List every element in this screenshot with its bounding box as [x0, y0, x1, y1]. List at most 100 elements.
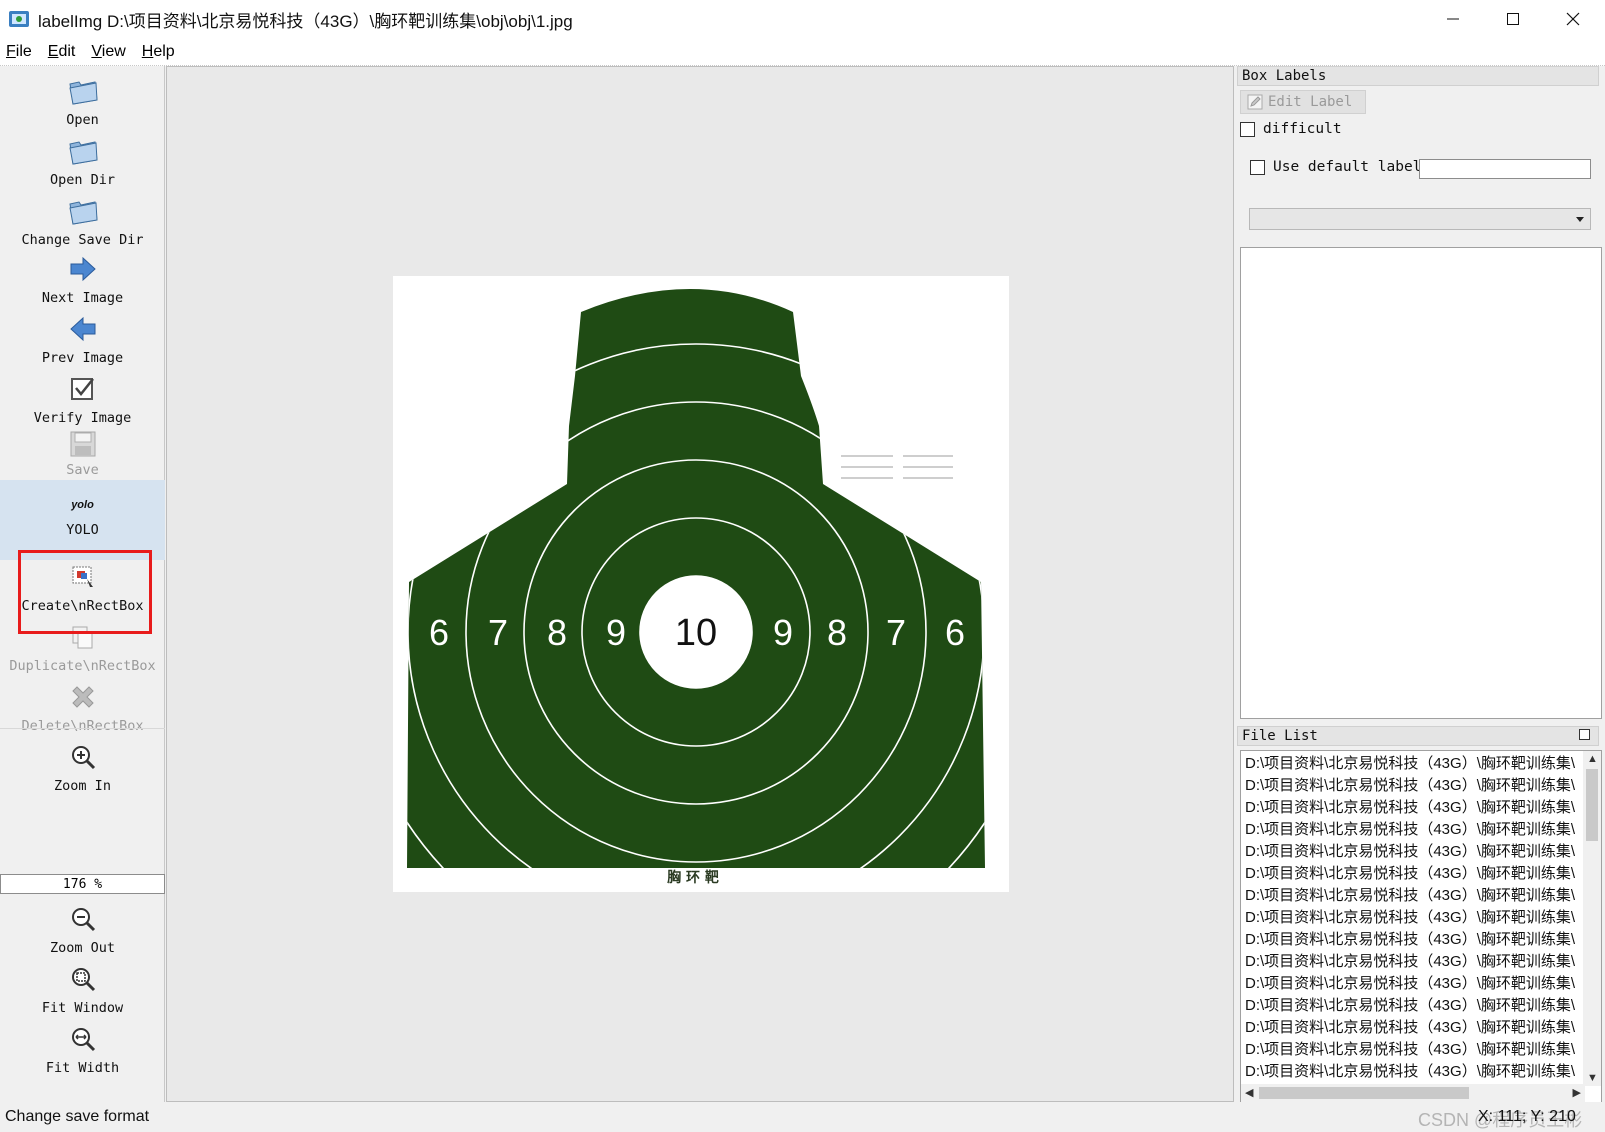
file-list-item[interactable]: D:\项目资料\北京易悦科技（43G）\胸环靶训练集\ — [1241, 795, 1581, 817]
labelimg-window: labelImg D:\项目资料\北京易悦科技（43G）\胸环靶训练集\obj\… — [0, 0, 1605, 1131]
verify-image-label: Verify Image — [33, 410, 132, 426]
scrollbar-thumb[interactable] — [1586, 769, 1598, 841]
ring-label: 8 — [547, 612, 567, 653]
default-label-input[interactable] — [1419, 159, 1591, 179]
open-button[interactable]: Open — [0, 74, 165, 128]
zoom-in-icon — [71, 746, 95, 770]
ring-label-center: 10 — [675, 612, 717, 654]
menu-help[interactable]: Help — [142, 43, 175, 61]
toolbar-separator — [0, 728, 165, 729]
delete-rectbox-button[interactable]: Delete\nRectBox — [0, 680, 165, 734]
file-list-item[interactable]: D:\项目资料\北京易悦科技（43G）\胸环靶训练集\ — [1241, 949, 1581, 971]
scroll-right-icon[interactable]: ▶ — [1573, 1086, 1581, 1099]
maximize-icon — [1507, 13, 1519, 25]
ring-label: 6 — [945, 612, 965, 653]
file-list-item[interactable]: D:\项目资料\北京易悦科技（43G）\胸环靶训练集\ — [1241, 927, 1581, 949]
file-list-rows: D:\项目资料\北京易悦科技（43G）\胸环靶训练集\ D:\项目资料\北京易悦科… — [1241, 751, 1601, 1081]
difficult-checkbox-row[interactable]: difficult — [1240, 121, 1342, 137]
create-rectbox-button[interactable]: Create\nRectBox — [0, 560, 165, 614]
close-button[interactable] — [1544, 0, 1602, 38]
fit-width-button[interactable]: Fit Width — [0, 1022, 165, 1076]
edit-label-button[interactable]: Edit Label — [1240, 90, 1366, 114]
file-list-title: File List — [1237, 726, 1599, 746]
cursor-coordinates: X: 111; Y: 210 — [1478, 1108, 1576, 1125]
window-title: labelImg D:\项目资料\北京易悦科技（43G）\胸环靶训练集\obj\… — [38, 11, 573, 31]
change-save-dir-label: Change Save Dir — [21, 232, 144, 248]
chevron-down-icon — [1576, 217, 1584, 222]
file-list[interactable]: D:\项目资料\北京易悦科技（43G）\胸环靶训练集\ D:\项目资料\北京易悦科… — [1240, 750, 1602, 1103]
label-combobox[interactable] — [1249, 208, 1591, 230]
maximize-button[interactable] — [1484, 0, 1542, 38]
file-list-item[interactable]: D:\项目资料\北京易悦科技（43G）\胸环靶训练集\ — [1241, 883, 1581, 905]
file-list-item[interactable]: D:\项目资料\北京易悦科技（43G）\胸环靶训练集\ — [1241, 817, 1581, 839]
save-format-yolo-button[interactable]: yolo YOLO — [0, 480, 165, 560]
prev-image-button[interactable]: Prev Image — [0, 312, 165, 366]
ring-label: 8 — [827, 612, 847, 653]
difficult-label: difficult — [1263, 121, 1342, 137]
zoom-value-field[interactable]: 176 % — [0, 874, 165, 894]
minimize-button[interactable] — [1424, 0, 1482, 38]
file-list-item[interactable]: D:\项目资料\北京易悦科技（43G）\胸环靶训练集\ — [1241, 1059, 1581, 1081]
target-image: 6 7 8 9 9 8 7 6 10 胸 环 靶 — [393, 276, 1009, 892]
menu-view[interactable]: View — [91, 43, 125, 61]
file-list-horizontal-scrollbar[interactable]: ◀ ▶ — [1241, 1084, 1585, 1102]
file-list-item[interactable]: D:\项目资料\北京易悦科技（43G）\胸环靶训练集\ — [1241, 1037, 1581, 1059]
arrow-left-icon — [69, 316, 95, 342]
floppy-disk-icon — [70, 431, 95, 457]
target-caption: 胸 环 靶 — [667, 869, 719, 886]
ring-label: 6 — [429, 612, 449, 653]
use-default-label-row[interactable]: Use default label — [1250, 159, 1421, 175]
file-list-item[interactable]: D:\项目资料\北京易悦科技（43G）\胸环靶训练集\ — [1241, 993, 1581, 1015]
zoom-in-button[interactable]: Zoom In — [0, 740, 165, 794]
fit-width-icon — [71, 1028, 95, 1052]
folder-open-icon — [68, 201, 98, 225]
file-list-title-text: File List — [1242, 728, 1318, 744]
zoom-out-icon — [71, 908, 95, 932]
menu-edit[interactable]: Edit — [48, 43, 76, 61]
file-list-item[interactable]: D:\项目资料\北京易悦科技（43G）\胸环靶训练集\ — [1241, 971, 1581, 993]
zoom-out-button[interactable]: Zoom Out — [0, 902, 165, 956]
verify-image-button[interactable]: Verify Image — [0, 372, 165, 426]
scrollbar-thumb[interactable] — [1259, 1087, 1469, 1099]
next-image-button[interactable]: Next Image — [0, 252, 165, 306]
float-dock-icon[interactable] — [1579, 729, 1590, 740]
zoom-in-label: Zoom In — [54, 778, 111, 794]
delete-x-icon — [71, 686, 94, 708]
open-dir-label: Open Dir — [49, 172, 116, 188]
duplicate-rectbox-button[interactable]: Duplicate\nRectBox — [0, 620, 165, 674]
file-list-vertical-scrollbar[interactable]: ▲ ▼ — [1583, 751, 1601, 1086]
fit-width-label: Fit Width — [45, 1060, 120, 1076]
ring-label: 9 — [606, 612, 626, 653]
save-button[interactable]: Save — [0, 430, 165, 476]
zoom-out-label: Zoom Out — [49, 940, 116, 956]
ring-label: 7 — [886, 612, 906, 653]
file-list-item[interactable]: D:\项目资料\北京易悦科技（43G）\胸环靶训练集\ — [1241, 839, 1581, 861]
scroll-down-icon[interactable]: ▼ — [1587, 1072, 1598, 1084]
file-list-item[interactable]: D:\项目资料\北京易悦科技（43G）\胸环靶训练集\ — [1241, 751, 1581, 773]
yolo-icon: yolo — [71, 499, 94, 511]
file-list-item[interactable]: D:\项目资料\北京易悦科技（43G）\胸环靶训练集\ — [1241, 861, 1581, 883]
status-message: Change save format — [5, 1108, 150, 1125]
use-default-label-checkbox[interactable] — [1250, 159, 1265, 175]
open-dir-button[interactable]: Open Dir — [0, 134, 165, 188]
create-rectbox-icon — [72, 566, 93, 587]
fit-window-button[interactable]: Fit Window — [0, 962, 165, 1016]
menu-file[interactable]: File — [6, 43, 32, 61]
difficult-checkbox[interactable] — [1240, 121, 1255, 137]
scroll-up-icon[interactable]: ▲ — [1587, 753, 1598, 765]
image-canvas[interactable]: 6 7 8 9 9 8 7 6 10 胸 环 靶 — [166, 66, 1234, 1102]
use-default-label-text: Use default label — [1273, 159, 1422, 175]
right-dock: Box Labels Edit Label difficult Use defa… — [1237, 66, 1605, 1103]
scroll-left-icon[interactable]: ◀ — [1245, 1086, 1253, 1099]
delete-rectbox-label: Delete\nRectBox — [21, 718, 144, 734]
file-list-item[interactable]: D:\项目资料\北京易悦科技（43G）\胸环靶训练集\ — [1241, 905, 1581, 927]
change-save-dir-button[interactable]: Change Save Dir — [0, 194, 165, 248]
ring-label: 7 — [488, 612, 508, 653]
label-list[interactable] — [1240, 247, 1602, 719]
create-rectbox-label: Create\nRectBox — [21, 598, 144, 614]
next-image-label: Next Image — [41, 290, 124, 306]
fit-window-label: Fit Window — [41, 1000, 124, 1016]
status-bar: Change save format CSDN @程序员王彬 X: 111; Y… — [0, 1102, 1605, 1131]
file-list-item[interactable]: D:\项目资料\北京易悦科技（43G）\胸环靶训练集\ — [1241, 1015, 1581, 1037]
file-list-item[interactable]: D:\项目资料\北京易悦科技（43G）\胸环靶训练集\ — [1241, 773, 1581, 795]
